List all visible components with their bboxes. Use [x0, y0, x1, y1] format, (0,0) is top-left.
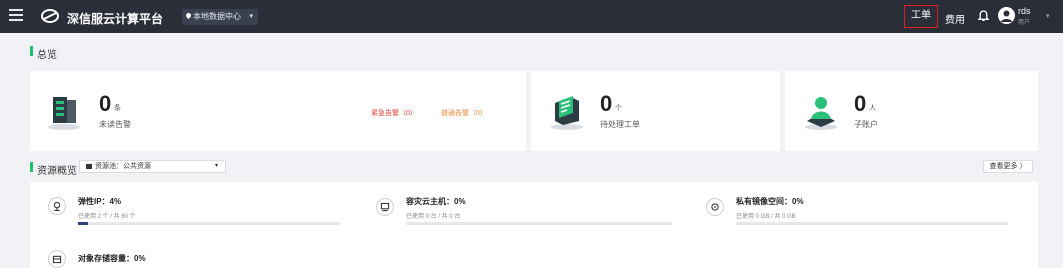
resource-title: 容灾云主机：0% — [406, 197, 466, 206]
region-selector[interactable]: 本地数据中心 ▾ — [182, 9, 258, 25]
tickets-card: 0 个 待处理工单 — [531, 71, 780, 151]
section-marker — [30, 46, 33, 56]
logo-icon — [41, 9, 59, 23]
chevron-down-icon: ▾ — [249, 13, 253, 20]
object-storage-icon — [48, 250, 66, 268]
location-pin-icon — [184, 11, 193, 20]
region-label: 本地数据中心 — [193, 12, 241, 21]
ticket-unit: 个 — [615, 105, 622, 112]
resource-title: 弹性IP：4% — [78, 197, 122, 206]
resource-title: 私有镜像空间：0% — [736, 197, 804, 206]
menu-icon[interactable] — [9, 9, 23, 23]
resource-pool-value: 资源池：公共资源 — [95, 163, 151, 170]
subaccount-unit: 人 — [869, 105, 876, 112]
chevron-down-icon[interactable]: ▾ — [1046, 12, 1050, 20]
image-space-icon — [706, 198, 724, 216]
resource-panel: 弹性IP：4% 已使用 2 个 / 共 60 个 容灾云主机：0% 已使用 0 … — [30, 182, 1038, 268]
user-role: 用户 — [1018, 20, 1031, 26]
urgent-alert-link[interactable]: 紧急告警（0） — [371, 108, 417, 118]
user-name[interactable]: rds — [1018, 6, 1031, 16]
alert-unit: 条 — [114, 105, 121, 112]
subaccount-icon — [805, 97, 837, 130]
usage-bar — [736, 222, 1008, 225]
usage-bar — [406, 222, 672, 225]
resource-usage: 已使用 2 个 / 共 60 个 — [78, 214, 136, 220]
list-icon — [86, 164, 92, 169]
resource-pool-select[interactable]: 资源池：公共资源 ▾ — [79, 160, 226, 173]
nav-ticket-link[interactable]: 工单 — [904, 5, 938, 28]
resource-usage: 已使用 0 GB / 共 0 GB — [736, 214, 796, 220]
resources-title: 资源概览 — [37, 166, 77, 177]
alert-label: 未读告警 — [99, 120, 131, 129]
bell-icon[interactable] — [978, 10, 989, 22]
alert-server-icon — [48, 97, 80, 130]
view-more-button[interactable]: 查看更多 〉 — [983, 160, 1033, 173]
resource-title: 对象存储容量：0% — [78, 254, 146, 263]
chevron-down-icon: ▾ — [214, 163, 218, 169]
alerts-card: 0 条 未读告警 紧急告警（0） 普通告警（0） — [30, 71, 526, 151]
ticket-icon — [551, 96, 583, 130]
usage-bar-fill — [78, 222, 89, 225]
resource-usage: 已使用 0 台 / 共 0 台 — [406, 214, 461, 220]
subaccounts-card: 0 人 子账户 — [785, 71, 1038, 151]
elastic-ip-icon — [48, 197, 66, 215]
brand-name[interactable]: 深信服云计算平台 — [67, 10, 163, 27]
nav-fee-link[interactable]: 费用 — [945, 11, 965, 26]
dr-vm-icon — [376, 198, 394, 216]
section-marker — [30, 162, 33, 172]
subaccount-count: 0 — [854, 91, 867, 116]
ticket-count: 0 — [600, 91, 613, 116]
ticket-label: 待处理工单 — [600, 120, 640, 129]
top-navigation-bar: 深信服云计算平台 本地数据中心 ▾ 工单 费用 rds 用户 ▾ — [0, 0, 1063, 33]
avatar-icon[interactable] — [998, 7, 1015, 24]
subaccount-label: 子账户 — [854, 120, 878, 129]
usage-bar — [78, 222, 340, 225]
normal-alert-link[interactable]: 普通告警（0） — [441, 108, 487, 118]
overview-title: 总览 — [37, 50, 57, 61]
alert-count: 0 — [99, 91, 112, 116]
